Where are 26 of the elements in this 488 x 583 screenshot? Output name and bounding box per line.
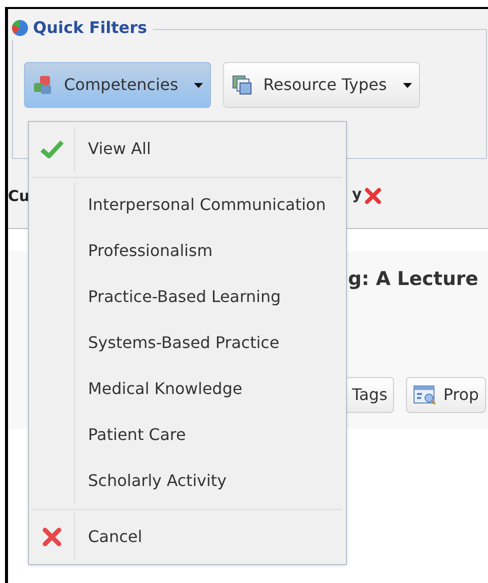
pie-chart-icon (11, 19, 29, 37)
toolbar-button[interactable]: Prop (406, 377, 486, 413)
windows-icon (231, 74, 254, 96)
menu-item[interactable]: View All (88, 137, 151, 161)
menu-item[interactable]: Patient Care (88, 423, 186, 447)
checkmark-icon (40, 139, 64, 159)
menu-item[interactable]: Medical Knowledge (88, 377, 242, 401)
toolbar-button[interactable]: Tags (345, 377, 394, 413)
menu-item[interactable]: Cancel (88, 525, 142, 549)
caret-icon (402, 82, 412, 88)
form-icon (413, 384, 438, 406)
cubes-icon (32, 74, 54, 96)
filter-text: y (352, 184, 362, 205)
menu-item[interactable]: Systems-Based Practice (88, 331, 280, 355)
menu-item[interactable]: Practice-Based Learning (88, 285, 281, 309)
filter-label: Cu (8, 186, 30, 207)
content-title: g: A Lecture (348, 267, 478, 292)
close-icon (40, 526, 62, 548)
menu-item[interactable]: Professionalism (88, 239, 213, 263)
filter-dropdown-button[interactable]: Competencies (24, 62, 212, 108)
panel-title: Quick Filters (33, 17, 147, 39)
remove-icon[interactable] (364, 187, 382, 205)
caret-icon (194, 82, 204, 88)
menu-item[interactable]: Interpersonal Communication (88, 193, 326, 217)
filter-dropdown-button[interactable]: Resource Types (223, 62, 420, 108)
menu-item[interactable]: Scholarly Activity (88, 469, 227, 493)
